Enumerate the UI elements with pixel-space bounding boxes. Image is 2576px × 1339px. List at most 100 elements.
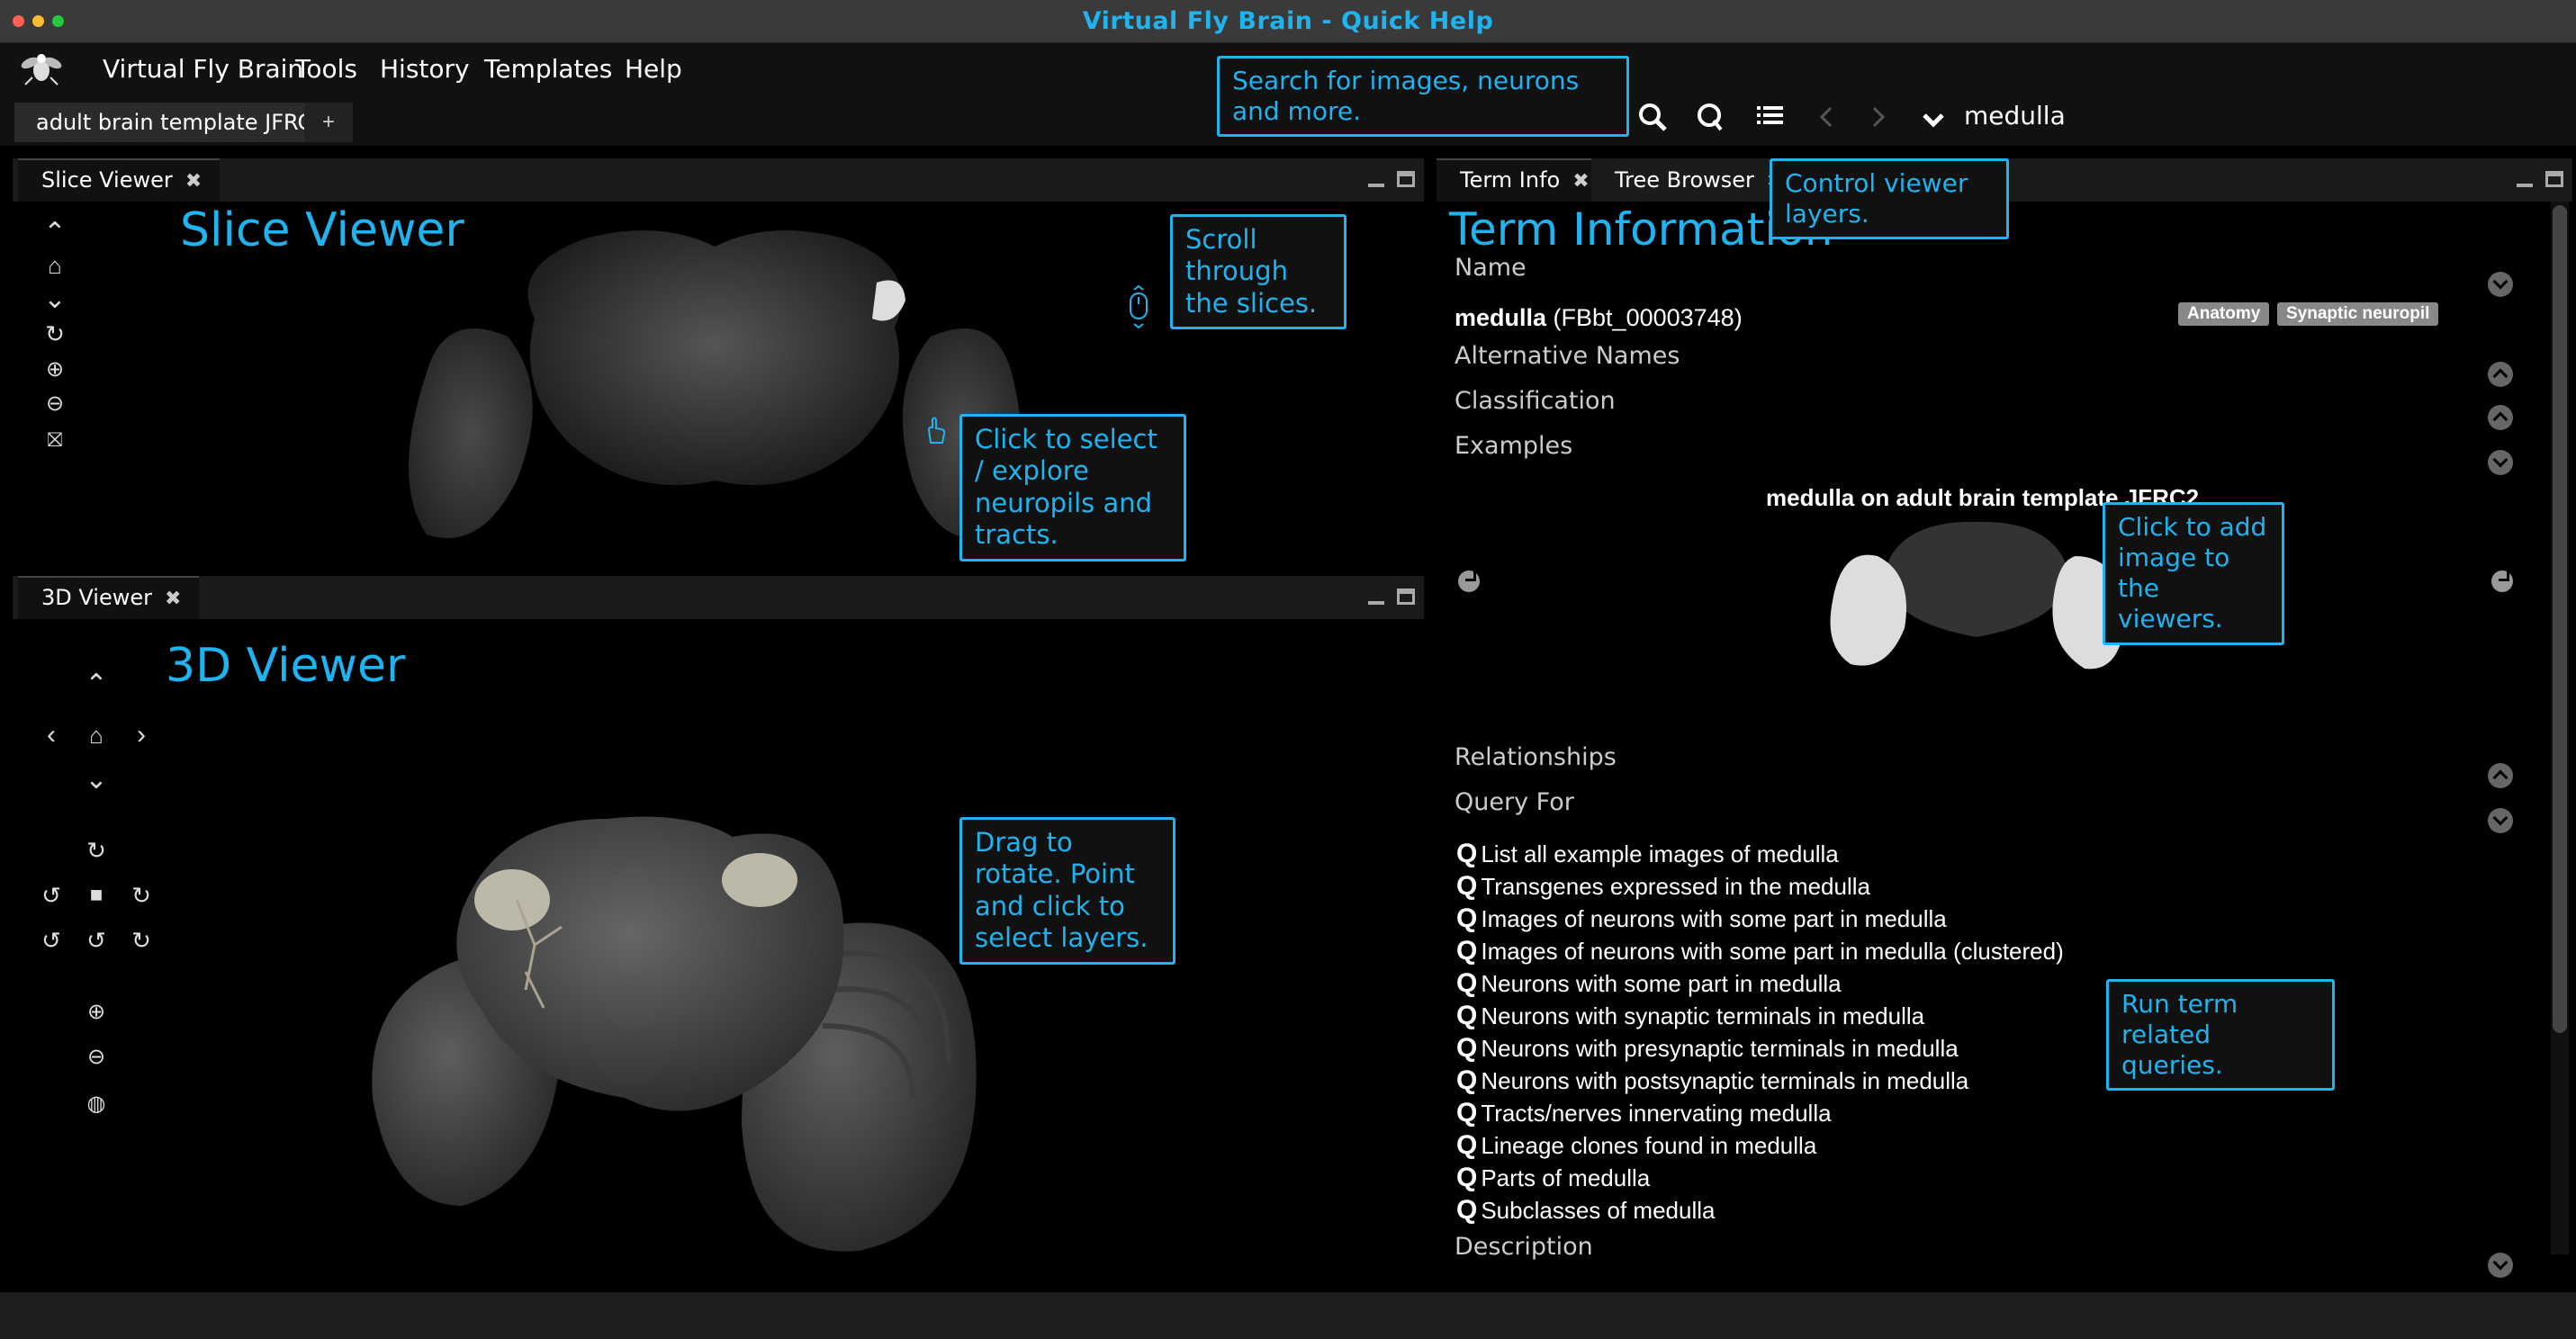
chevron-down-icon[interactable] — [1914, 101, 1953, 140]
toggle-slice-icon[interactable]: ⛝ — [40, 425, 70, 455]
home-icon[interactable]: ⌂ — [40, 250, 70, 281]
maximize-icon[interactable] — [1397, 171, 1415, 187]
minimize-icon[interactable] — [1368, 589, 1384, 605]
tab-3d-viewer[interactable]: 3D Viewer ✖ — [18, 576, 200, 619]
menu-tools[interactable]: Tools — [295, 54, 357, 84]
panel-window-controls — [2517, 171, 2563, 187]
window-title-bar: Virtual Fly Brain - Quick Help — [0, 0, 2576, 43]
query-icon: Q — [1456, 1001, 1478, 1030]
term-id: (FBbt_00003748) — [1553, 304, 1743, 331]
zoom-out-icon[interactable]: ⊖ — [40, 389, 70, 419]
expand-classification-icon[interactable] — [2488, 405, 2513, 430]
tab-3d-viewer-label: 3D Viewer — [41, 585, 152, 610]
zoom-in-icon[interactable]: ⊕ — [40, 355, 70, 385]
refresh-icon[interactable]: ↻ — [40, 319, 70, 349]
tilt-right-icon[interactable]: ↻ — [126, 925, 157, 956]
search-input[interactable]: medulla — [1964, 101, 2216, 137]
scrollbar-thumb[interactable] — [2553, 205, 2567, 1033]
pointer-hand-icon — [927, 417, 946, 444]
name-label: Name — [1455, 254, 1527, 282]
tab-term-info[interactable]: Term Info ✖ — [1437, 158, 1608, 202]
close-icon[interactable]: ✖ — [185, 170, 202, 193]
query-item[interactable]: Q Images of neurons with some part in med… — [1456, 936, 2064, 966]
example-next-icon[interactable] — [2491, 571, 2513, 592]
expand-relationships-icon[interactable] — [2488, 763, 2513, 788]
add-tab-button[interactable]: + — [304, 103, 353, 142]
menu-virtual-fly-brain[interactable]: Virtual Fly Brain — [103, 54, 303, 84]
description-label: Description — [1455, 1233, 1593, 1261]
example-thumbnail-image[interactable] — [1815, 511, 2139, 673]
back-arrow-icon[interactable] — [1807, 97, 1847, 137]
query-item[interactable]: Q Neurons with postsynaptic terminals in … — [1456, 1065, 1968, 1096]
maximize-icon[interactable] — [1397, 589, 1415, 605]
query-item[interactable]: Q Tracts/nerves innervating medulla — [1456, 1098, 1832, 1128]
term-info-scrollbar[interactable] — [2551, 202, 2569, 1254]
menu-help[interactable]: Help — [625, 54, 682, 84]
tooltip-select-neuropils: Click to select / explore neuropils and … — [959, 414, 1186, 562]
globe-icon[interactable]: ◍ — [81, 1089, 112, 1119]
collapse-description-icon[interactable] — [2488, 1253, 2513, 1278]
query-item[interactable]: Q Parts of medulla — [1456, 1163, 1650, 1193]
relationships-label: Relationships — [1455, 743, 1617, 771]
query-icon: Q — [1456, 1098, 1478, 1128]
tooltip-add-image: Click to add image to the viewers. — [2103, 502, 2284, 645]
rotate-left-icon[interactable]: ↺ — [36, 880, 67, 911]
rotate-icon[interactable]: ↻ — [81, 835, 112, 866]
query-item[interactable]: Q Lineage clones found in medulla — [1456, 1130, 1816, 1161]
tilt-reset-icon[interactable]: ↺ — [81, 925, 112, 956]
example-prev-icon[interactable] — [1458, 571, 1480, 592]
close-icon[interactable]: ✖ — [1572, 170, 1589, 193]
query-icon[interactable] — [1690, 97, 1730, 137]
tooltip-search: Search for images, neurons and more. — [1217, 56, 1629, 138]
query-icon: Q — [1456, 1163, 1478, 1192]
chevron-up-icon[interactable]: ⌃ — [40, 218, 70, 248]
query-item[interactable]: Q List all example images of medulla — [1456, 839, 1839, 869]
panel-window-controls — [1368, 171, 1415, 187]
query-item[interactable]: Q Neurons with presynaptic terminals in m… — [1456, 1033, 1959, 1064]
pan-down-icon[interactable]: ⌄ — [81, 765, 112, 795]
query-item[interactable]: Q Transgenes expressed in the medulla — [1456, 871, 1870, 902]
term-name-row: medulla (FBbt_00003748) — [1455, 304, 1743, 332]
close-icon[interactable]: ✖ — [165, 588, 181, 610]
rotate-right-icon[interactable]: ↻ — [126, 880, 157, 911]
tab-slice-viewer[interactable]: Slice Viewer ✖ — [18, 158, 221, 202]
query-item[interactable]: Q Neurons with some part in medulla — [1456, 968, 1842, 999]
expand-alternative-names-icon[interactable] — [2488, 362, 2513, 387]
chevron-down-icon[interactable]: ⌄ — [40, 284, 70, 315]
pan-right-icon[interactable]: › — [126, 720, 157, 750]
panel-window-controls — [1368, 589, 1415, 605]
collapse-name-icon[interactable] — [2488, 272, 2513, 297]
query-icon: Q — [1456, 1033, 1478, 1063]
query-item[interactable]: Q Subclasses of medulla — [1456, 1195, 1715, 1226]
pan-left-icon[interactable]: ‹ — [36, 720, 67, 750]
query-icon: Q — [1456, 839, 1478, 868]
forward-arrow-icon[interactable] — [1858, 97, 1897, 137]
collapse-query-for-icon[interactable] — [2488, 808, 2513, 833]
layers-list-icon[interactable] — [1750, 97, 1789, 137]
fly-logo-icon[interactable] — [20, 50, 63, 88]
query-item[interactable]: Q Images of neurons with some part in med… — [1456, 903, 1947, 934]
brain-3d-model[interactable] — [355, 801, 1003, 1269]
camera-icon[interactable]: ■ — [81, 880, 112, 911]
minimize-icon[interactable] — [1368, 171, 1384, 187]
menu-history[interactable]: History — [380, 54, 470, 84]
tilt-left-icon[interactable]: ↺ — [36, 925, 67, 956]
brain-slice-image[interactable] — [373, 211, 1057, 562]
maximize-icon[interactable] — [2545, 171, 2563, 187]
slice-viewer-panel: Slice Viewer ✖ Slice Viewer ⌃ ⌂ ⌄ ↻ ⊕ ⊖ ⛝… — [13, 158, 1424, 562]
search-icon[interactable] — [1633, 97, 1672, 137]
home-icon[interactable]: ⌂ — [81, 720, 112, 750]
tooltip-drag-rotate: Drag to rotate. Point and click to selec… — [959, 817, 1175, 965]
collapse-examples-icon[interactable] — [2488, 450, 2513, 475]
query-item[interactable]: Q Neurons with synaptic terminals in medu… — [1456, 1001, 1924, 1031]
zoom-in-icon[interactable]: ⊕ — [81, 997, 112, 1028]
query-icon: Q — [1456, 936, 1478, 966]
pan-up-icon[interactable]: ⌃ — [81, 670, 112, 700]
minimize-icon[interactable] — [2517, 171, 2533, 187]
query-icon: Q — [1456, 968, 1478, 998]
tab-template[interactable]: adult brain template JFRC2 — [14, 103, 348, 142]
zoom-out-icon[interactable]: ⊖ — [81, 1042, 112, 1073]
status-bar — [0, 1292, 2576, 1339]
menu-templates[interactable]: Templates — [484, 54, 612, 84]
tooltip-scroll-slices: Scroll through the slices. — [1170, 214, 1347, 330]
